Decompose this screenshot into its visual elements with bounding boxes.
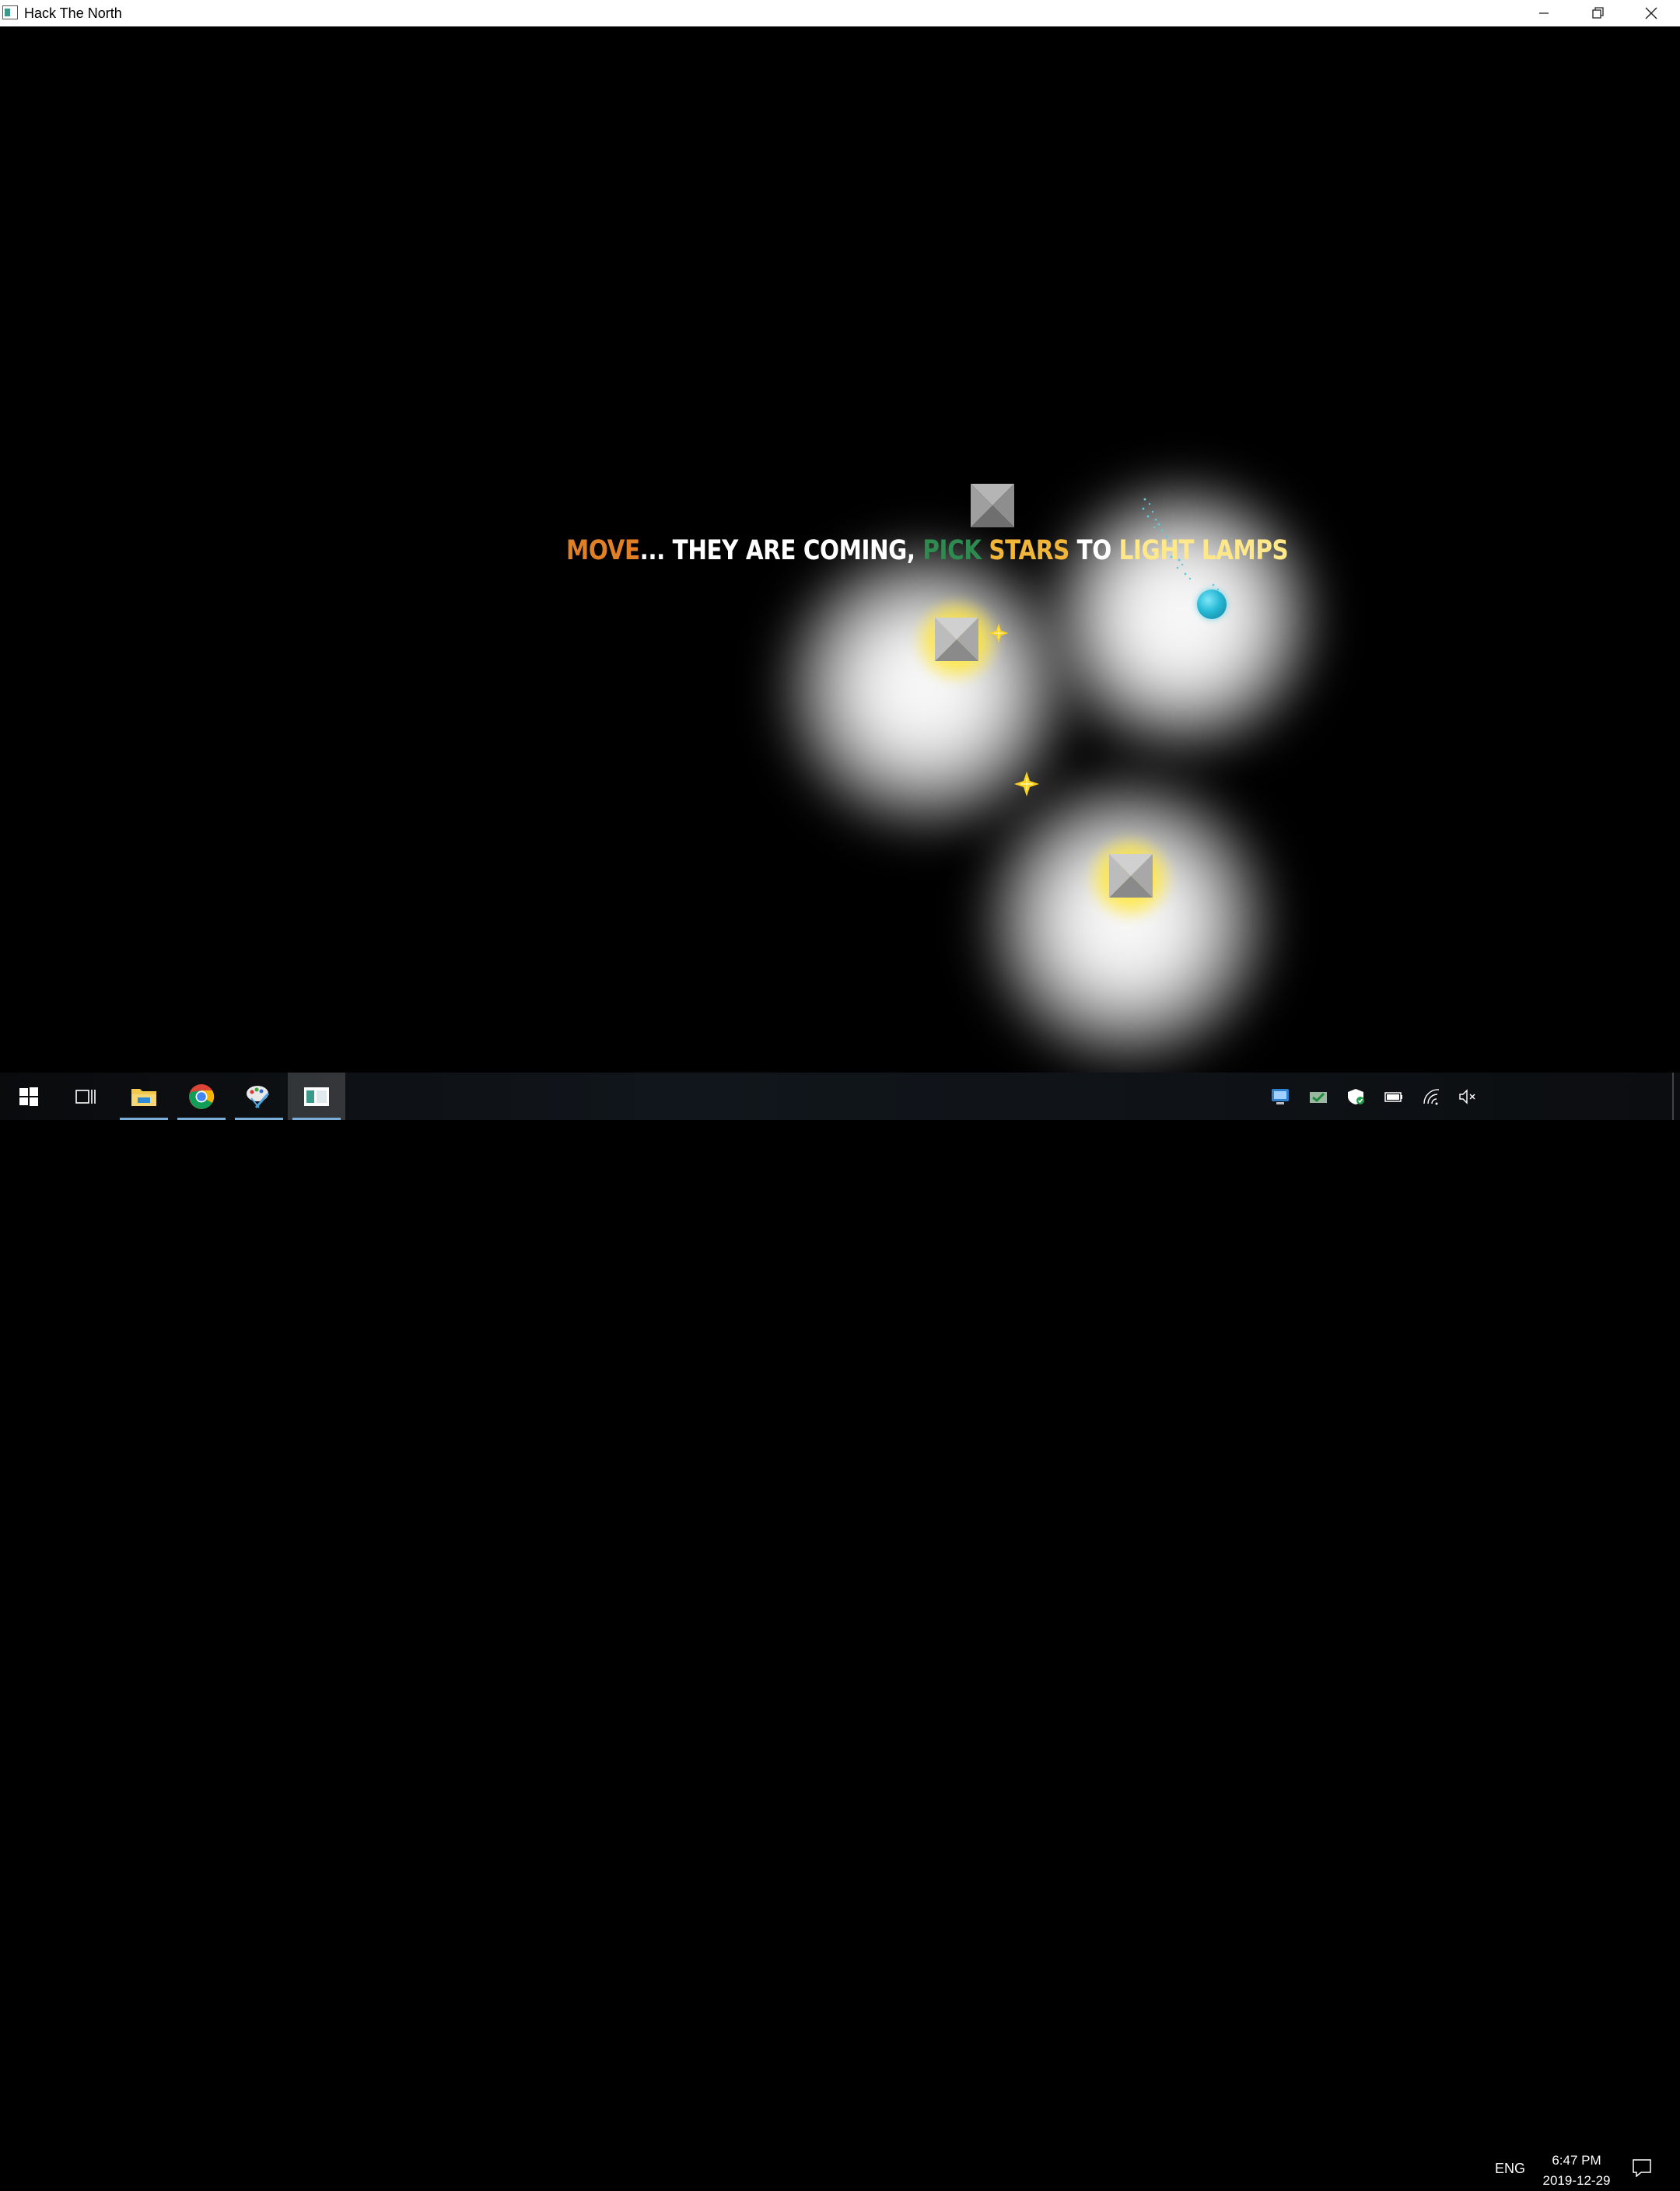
taskbar-hack-the-north[interactable]	[288, 1073, 345, 1120]
player-orb	[1197, 590, 1227, 619]
window-title-bar: Hack The North	[0, 0, 1680, 26]
star-pickup-icon	[1013, 770, 1041, 798]
app-icon	[2, 5, 18, 19]
minimize-button[interactable]	[1517, 0, 1571, 26]
hint-word-coming: ... THEY ARE COMING,	[639, 535, 923, 566]
taskbar: ENG 6:47 PM 2019-12-29	[0, 1073, 1680, 2188]
star-pickup-icon	[988, 622, 1010, 644]
clock-time: 6:47 PM	[1552, 2153, 1601, 2168]
game-hint-message: MOVE... THEY ARE COMING, PICK STARS TO L…	[566, 527, 1289, 574]
chrome-icon	[189, 1083, 215, 1109]
start-button[interactable]	[0, 1073, 58, 1120]
lamp-lit	[1109, 854, 1153, 898]
lamp-block-icon	[935, 618, 978, 661]
input-language-indicator[interactable]: ENG	[1495, 2161, 1525, 2177]
hint-word-to: TO	[1069, 535, 1119, 566]
system-clock[interactable]: 6:47 PM 2019-12-29	[1534, 2151, 1619, 2191]
windows-icon	[19, 1087, 38, 1106]
sync-icon[interactable]	[1308, 1088, 1328, 1105]
task-view-button[interactable]	[58, 1073, 115, 1120]
network-monitor-icon[interactable]	[1270, 1088, 1290, 1105]
lamp-unlit	[971, 484, 1014, 527]
task-view-icon	[75, 1089, 96, 1104]
clock-date: 2019-12-29	[1542, 2173, 1611, 2188]
restore-button[interactable]	[1570, 0, 1625, 26]
wifi-icon[interactable]	[1422, 1088, 1442, 1105]
hint-word-move: MOVE	[566, 535, 640, 566]
taskbar-paint[interactable]	[230, 1073, 288, 1120]
lamp-block-icon	[1109, 854, 1153, 898]
window-title: Hack The North	[24, 5, 122, 21]
lamp-block-icon	[971, 484, 1014, 527]
close-icon	[1645, 7, 1657, 19]
battery-icon[interactable]	[1384, 1088, 1404, 1105]
security-shield-icon[interactable]	[1346, 1088, 1366, 1105]
hint-word-pick: PICK	[922, 535, 989, 566]
hint-word-light-lamps: LIGHT LAMPS	[1118, 535, 1289, 566]
app-window-icon	[304, 1087, 329, 1106]
star-icon	[989, 623, 1009, 643]
restore-icon	[1592, 7, 1604, 19]
taskbar-chrome[interactable]	[173, 1073, 230, 1120]
action-center-icon[interactable]	[1632, 2158, 1652, 2177]
volume-muted-icon[interactable]	[1458, 1088, 1478, 1105]
star-icon	[1014, 772, 1039, 796]
lamp-lit	[935, 618, 978, 661]
paint-icon	[247, 1085, 270, 1108]
folder-icon	[131, 1088, 156, 1106]
close-button[interactable]	[1624, 0, 1678, 26]
show-desktop-button[interactable]	[1672, 1073, 1674, 1120]
lamp-light-glow	[980, 773, 1276, 1069]
game-canvas[interactable]: MOVE... THEY ARE COMING, PICK STARS TO L…	[0, 26, 1680, 1073]
minimize-icon	[1539, 12, 1549, 14]
hint-word-stars: STARS	[989, 535, 1069, 566]
taskbar-file-explorer[interactable]	[115, 1073, 173, 1120]
